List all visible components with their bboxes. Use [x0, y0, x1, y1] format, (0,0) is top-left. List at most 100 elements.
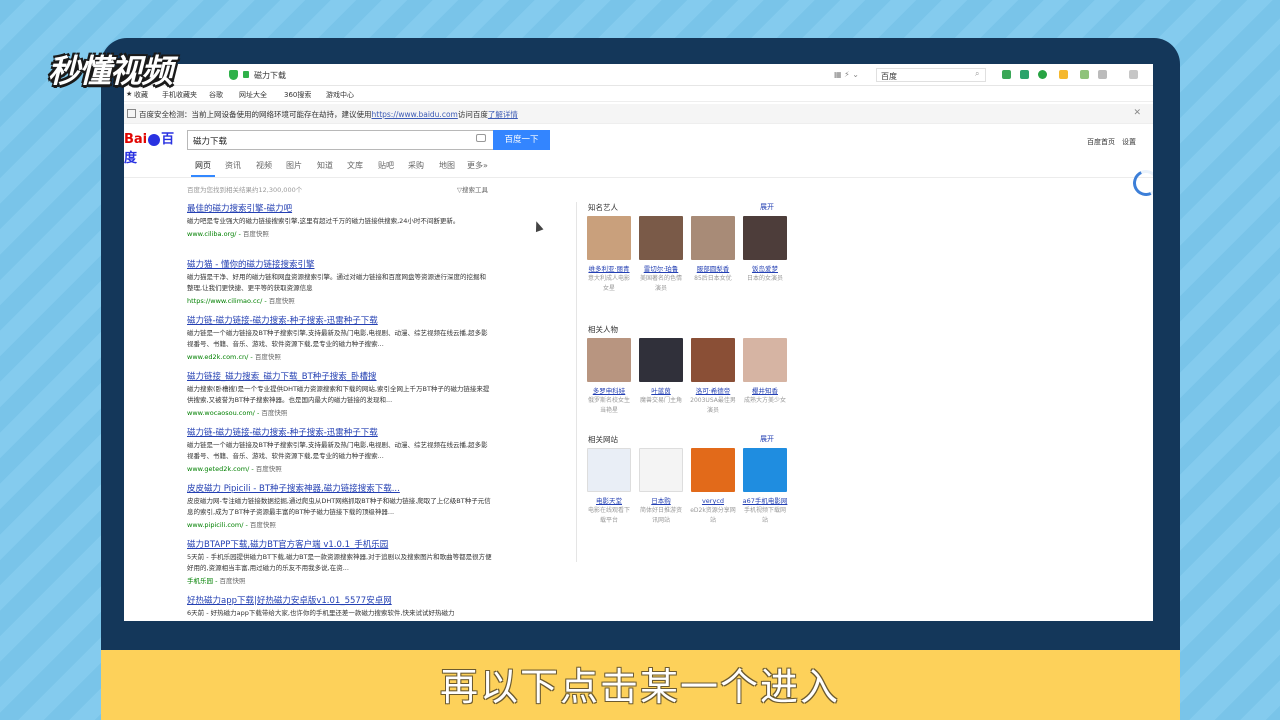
ext-icon-6[interactable] [1098, 70, 1107, 79]
camera-icon[interactable] [476, 134, 486, 142]
result-title[interactable]: 好热磁力app下载|好热磁力安卓版v1.01_5577安卓网 [187, 594, 492, 606]
url-text[interactable]: https://www.cilimao.cc/ [187, 297, 262, 305]
site-name[interactable]: 电影天堂 [586, 496, 632, 506]
site-card[interactable]: a67手机电影网 手机视频下载网站 [742, 448, 788, 526]
result-url: www.ed2k.com.cn/ - 百度快照 [187, 353, 281, 361]
snapshot-link[interactable]: 百度快照 [219, 577, 245, 585]
result-url: www.geted2k.com/ - 百度快照 [187, 465, 282, 473]
result-title[interactable]: 磁力链-磁力链接-磁力搜索-种子搜索-迅雷种子下载 [187, 314, 492, 326]
tab-tieba[interactable]: 贴吧 [378, 160, 394, 171]
search-icon[interactable]: ⌕ [975, 69, 979, 79]
tab-images[interactable]: 图片 [286, 160, 302, 171]
result-title[interactable]: 皮皮磁力 Pipicili - BT种子搜索神器,磁力链接搜索下载... [187, 482, 492, 494]
home-link[interactable]: 百度首页 [1087, 137, 1115, 147]
result-title[interactable]: 磁力链接_磁力搜索_磁力下载_BT种子搜索_卧槽搜 [187, 370, 492, 382]
result-title[interactable]: 最佳的磁力搜索引擎-磁力吧 [187, 202, 492, 214]
person-name[interactable]: 樱井知香 [742, 386, 788, 396]
tab-news[interactable]: 资讯 [225, 160, 241, 171]
person-desc: 魔兽交易门主角 [639, 397, 682, 404]
person-photo [743, 338, 787, 382]
person-card[interactable]: 叶蓝茵 魔兽交易门主角 [638, 338, 684, 406]
site-card[interactable]: verycd eD2k资源分享网站 [690, 448, 736, 526]
person-name[interactable]: 雷切尔·珀鲁 [638, 264, 684, 274]
person-photo [587, 216, 631, 260]
url-text[interactable]: www.ed2k.com.cn/ [187, 353, 248, 361]
tab-map[interactable]: 地图 [439, 160, 455, 171]
watermark-logo: 秒懂视频 [48, 52, 173, 90]
fav-item[interactable]: 网址大全 [239, 90, 267, 100]
person-card[interactable]: 雷切尔·珀鲁 美国著名的色情演员 [638, 216, 684, 294]
notice-link[interactable]: 了解详情 [488, 110, 518, 119]
grid-icon[interactable]: ▦ ⚡ ⌄ [834, 70, 859, 79]
person-card[interactable]: 樱井知香 成熟大方美少女 [742, 338, 788, 406]
person-card[interactable]: 维多利亚·丽青 意大利成人电影女星 [586, 216, 632, 294]
expand-link[interactable]: 展开 [760, 434, 774, 444]
site-desc: 手机视频下载网站 [743, 507, 786, 524]
snapshot-link[interactable]: 百度快照 [269, 297, 295, 305]
search-button[interactable]: 百度一下 [493, 130, 550, 150]
result-count: 百度为您找到相关结果约12,300,000个 [187, 186, 303, 194]
person-card[interactable]: 服部圆梨香 85后日本女优 [690, 216, 736, 284]
result-title[interactable]: 磁力猫 - 懂你的磁力链接搜索引擎 [187, 258, 492, 270]
person-desc: 85后日本女优 [694, 275, 732, 282]
result-item: 磁力猫 - 懂你的磁力链接搜索引擎 磁力猫是干净、好用的磁力链和网盘资源搜索引擎… [187, 258, 492, 305]
person-card[interactable]: 多罗申科娃 俄罗斯名校女生当艳星 [586, 338, 632, 416]
person-name[interactable]: 洛可·希德帝 [690, 386, 736, 396]
result-title[interactable]: 磁力BTAPP下载,磁力BT官方客户端 v1.0.1_手机乐园 [187, 538, 492, 550]
snapshot-link[interactable]: 百度快照 [250, 521, 276, 529]
site-card[interactable]: 电影天堂 电影在线观看下载平台 [586, 448, 632, 526]
url-text[interactable]: www.ciliba.org/ [187, 230, 236, 238]
ext-icon-4[interactable] [1059, 70, 1068, 79]
close-icon[interactable]: ✕ [1133, 108, 1141, 118]
person-name[interactable]: 多罗申科娃 [586, 386, 632, 396]
url-text[interactable]: www.wocaosou.com/ [187, 409, 255, 417]
ext-icon-3[interactable] [1038, 70, 1047, 79]
tab-web[interactable]: 网页 [195, 160, 211, 171]
baidu-logo[interactable]: Bai 百度 [124, 128, 186, 166]
site-name[interactable]: a67手机电影网 [742, 496, 788, 506]
search-input[interactable]: 磁力下载 [187, 130, 493, 150]
tab-zhidao[interactable]: 知道 [317, 160, 333, 171]
settings-link[interactable]: 设置 [1122, 137, 1136, 147]
tab-more[interactable]: 更多» [467, 160, 488, 171]
tab-caigou[interactable]: 采购 [408, 160, 424, 171]
person-desc: 俄罗斯名校女生当艳星 [587, 397, 630, 414]
expand-link[interactable]: 展开 [760, 202, 774, 212]
person-desc: 2003USA最佳男演员 [690, 397, 736, 414]
lock-icon [243, 71, 249, 78]
person-card[interactable]: 洛可·希德帝 2003USA最佳男演员 [690, 338, 736, 416]
notice-url[interactable]: https://www.baidu.com [372, 110, 458, 119]
site-name[interactable]: 日本购 [638, 496, 684, 506]
url-text[interactable]: 手机乐园 [187, 577, 213, 585]
result-item: 磁力链-磁力链接-磁力搜索-种子搜索-迅雷种子下载 磁力链是一个磁力链接及BT种… [187, 426, 492, 473]
result-title[interactable]: 磁力链-磁力链接-磁力搜索-种子搜索-迅雷种子下载 [187, 426, 492, 438]
url-text[interactable]: www.pipicili.com/ [187, 521, 243, 529]
ext-icon-5[interactable] [1080, 70, 1089, 79]
tab-title[interactable]: 磁力下载 [254, 70, 286, 81]
fav-item[interactable]: 游戏中心 [326, 90, 354, 100]
fav-item[interactable]: 360搜索 [284, 90, 311, 100]
person-card[interactable]: 饭岛爱梦 日本的女演员 [742, 216, 788, 284]
browser-search-input[interactable]: 百度 [876, 68, 986, 82]
result-item: 最佳的磁力搜索引擎-磁力吧 磁力吧是专业强大的磁力链接搜索引擎,这里有超过千万的… [187, 202, 492, 238]
tab-video[interactable]: 视频 [256, 160, 272, 171]
paw-icon [148, 133, 161, 146]
snapshot-link[interactable]: 百度快照 [256, 465, 282, 473]
search-tools[interactable]: ▽搜索工具 [457, 184, 488, 194]
person-name[interactable]: 饭岛爱梦 [742, 264, 788, 274]
tab-wenku[interactable]: 文库 [347, 160, 363, 171]
section-title-famous: 知名艺人 [588, 203, 618, 212]
snapshot-link[interactable]: 百度快照 [255, 353, 281, 361]
snapshot-link[interactable]: 百度快照 [243, 230, 269, 238]
site-card[interactable]: 日本购 简体好日推游资讯网站 [638, 448, 684, 526]
ext-icon-2[interactable] [1020, 70, 1029, 79]
person-name[interactable]: 维多利亚·丽青 [586, 264, 632, 274]
ext-icon-1[interactable] [1002, 70, 1011, 79]
url-text[interactable]: www.geted2k.com/ [187, 465, 249, 473]
snapshot-link[interactable]: 百度快照 [261, 409, 287, 417]
person-name[interactable]: 叶蓝茵 [638, 386, 684, 396]
person-name[interactable]: 服部圆梨香 [690, 264, 736, 274]
column-divider [576, 202, 577, 562]
ext-icon-7[interactable] [1129, 70, 1138, 79]
site-name[interactable]: verycd [690, 496, 736, 506]
